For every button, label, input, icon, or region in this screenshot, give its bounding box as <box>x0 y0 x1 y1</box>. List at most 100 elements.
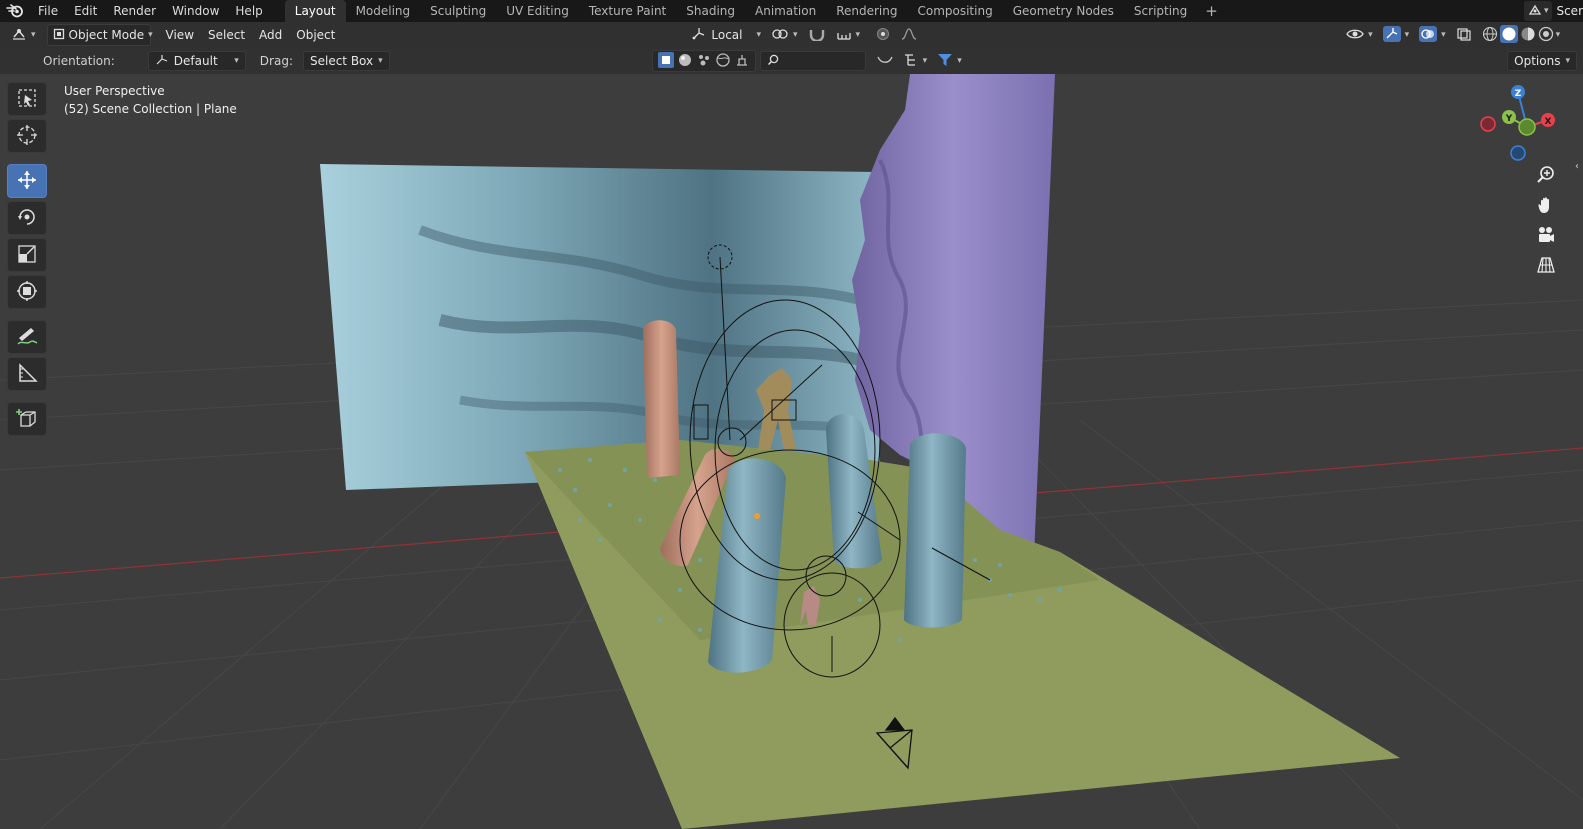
orientation-dropdown[interactable]: Default ▾ <box>147 51 246 71</box>
transform-orientation-selector[interactable]: Local ▾ <box>686 25 766 45</box>
gizmo-icon <box>1382 25 1401 45</box>
material-shading-icon[interactable] <box>1520 26 1536 45</box>
drag-value: Select Box <box>309 54 374 68</box>
tab-texture-paint[interactable]: Texture Paint <box>579 0 676 22</box>
pan-button[interactable] <box>1532 192 1560 220</box>
chevron-down-icon: ▾ <box>148 30 153 40</box>
solid-shading-icon[interactable] <box>1499 24 1518 46</box>
visibility-button[interactable]: ▾ <box>1341 25 1378 45</box>
scene-name[interactable]: Scer <box>1552 4 1583 18</box>
outliner-display-button[interactable]: ▾ <box>898 51 933 71</box>
origin-dot <box>754 513 760 519</box>
menu-help[interactable]: Help <box>227 0 270 22</box>
move-tool[interactable] <box>7 164 47 198</box>
rendered-shading-icon[interactable] <box>1538 26 1554 45</box>
camera-view-button[interactable] <box>1532 222 1560 250</box>
scale-tool[interactable] <box>7 238 47 272</box>
orientation-icon <box>155 54 169 69</box>
tab-modeling[interactable]: Modeling <box>346 0 421 22</box>
menu-file[interactable]: File <box>30 0 66 22</box>
menu-edit[interactable]: Edit <box>66 0 105 22</box>
select-box-filter-icon[interactable] <box>657 51 674 71</box>
tab-scripting[interactable]: Scripting <box>1124 0 1197 22</box>
menu-add[interactable]: Add <box>252 22 289 48</box>
chevron-down-icon: ▾ <box>922 56 928 66</box>
options-label: Options <box>1514 54 1561 68</box>
measure-tool[interactable] <box>7 357 47 391</box>
wireframe-shading-icon[interactable] <box>1482 26 1498 45</box>
tab-layout[interactable]: Layout <box>284 0 346 22</box>
viewport-info: User Perspective (52) Scene Collection |… <box>64 82 237 118</box>
pivot-icon <box>771 27 789 44</box>
selectability-filters <box>651 50 756 72</box>
blender-logo-icon[interactable] <box>0 0 30 22</box>
menu-window[interactable]: Window <box>164 0 227 22</box>
workspace-tabs: Layout Modeling Sculpting UV Editing Tex… <box>284 0 1226 22</box>
3d-viewport[interactable]: ‹ <box>0 74 1583 829</box>
particle-filter-icon[interactable] <box>696 52 712 71</box>
tab-geometry-nodes[interactable]: Geometry Nodes <box>1003 0 1124 22</box>
xray-toggle[interactable] <box>1451 25 1477 45</box>
sidebar-toggle-icon[interactable]: ‹ <box>1575 161 1579 172</box>
orientation-label: Orientation: <box>43 54 115 68</box>
chevron-down-icon: ▾ <box>1441 30 1446 40</box>
menu-select[interactable]: Select <box>201 22 252 48</box>
tab-shading[interactable]: Shading <box>676 0 745 22</box>
proportional-falloff-button[interactable] <box>895 25 923 45</box>
menu-render[interactable]: Render <box>105 0 164 22</box>
search-icon <box>767 54 779 69</box>
snap-toggle[interactable] <box>803 25 831 45</box>
pivot-point-button[interactable]: ▾ <box>766 25 803 45</box>
menu-object[interactable]: Object <box>289 22 342 48</box>
select-box-tool[interactable] <box>7 82 47 116</box>
chevron-down-icon: ▾ <box>793 30 798 40</box>
add-cube-tool[interactable] <box>7 402 47 436</box>
tab-sculpting[interactable]: Sculpting <box>420 0 496 22</box>
mode-selector[interactable]: Object Mode ▾ <box>46 24 153 46</box>
menu-view[interactable]: View <box>159 22 201 48</box>
drag-dropdown[interactable]: Select Box ▾ <box>302 51 390 71</box>
water-plane <box>320 164 880 490</box>
tab-animation[interactable]: Animation <box>745 0 826 22</box>
snap-target-button[interactable]: ▾ <box>831 25 866 45</box>
armature-filter-icon[interactable] <box>734 52 750 71</box>
chevron-down-icon: ▾ <box>957 56 962 66</box>
zoom-button[interactable] <box>1532 162 1560 190</box>
tab-rendering[interactable]: Rendering <box>826 0 907 22</box>
curve-button[interactable] <box>872 51 898 71</box>
overlay-toggle[interactable]: ▾ <box>1414 25 1451 45</box>
falloff-curve-icon <box>900 27 918 44</box>
stone-pink-upright <box>643 320 680 478</box>
y-axis-label: Y <box>1505 114 1513 124</box>
filter-button[interactable]: ▾ <box>932 51 967 71</box>
filter-funnel-icon <box>937 53 953 70</box>
gizmo-toggle[interactable]: ▾ <box>1378 25 1415 45</box>
rotate-icon <box>16 206 38 231</box>
search-field[interactable] <box>759 51 866 71</box>
perspective-toggle-button[interactable] <box>1532 252 1560 280</box>
tab-uv-editing[interactable]: UV Editing <box>496 0 579 22</box>
camera-icon <box>1536 225 1556 248</box>
negative-z-axis-handle <box>1510 145 1526 161</box>
sphere-filter-icon[interactable] <box>677 52 693 71</box>
hierarchy-icon <box>903 53 919 70</box>
x-axis-label: X <box>1545 117 1552 127</box>
tab-compositing[interactable]: Compositing <box>907 0 1002 22</box>
scene-render <box>0 74 1583 829</box>
proportional-edit-toggle[interactable] <box>871 25 895 45</box>
stone-blue-right <box>904 433 966 628</box>
scene-selector[interactable]: ▾ <box>1523 1 1553 21</box>
snap-increment-icon <box>836 27 852 44</box>
editor-type-button[interactable]: ▾ <box>6 25 41 45</box>
cursor-tool[interactable] <box>7 119 47 153</box>
annotate-icon <box>16 325 38 350</box>
chevron-down-icon[interactable]: ▾ <box>1556 30 1561 40</box>
options-dropdown[interactable]: Options ▾ <box>1507 51 1577 71</box>
world-filter-icon[interactable] <box>715 52 731 71</box>
transform-tool[interactable] <box>7 275 47 309</box>
add-workspace-button[interactable]: + <box>1197 0 1226 22</box>
navigation-gizmo[interactable]: Z Y X <box>1475 80 1565 166</box>
annotate-tool[interactable] <box>7 320 47 354</box>
viewport-header: ▾ Object Mode ▾ View Select Add Object L… <box>0 22 1583 48</box>
rotate-tool[interactable] <box>7 201 47 235</box>
